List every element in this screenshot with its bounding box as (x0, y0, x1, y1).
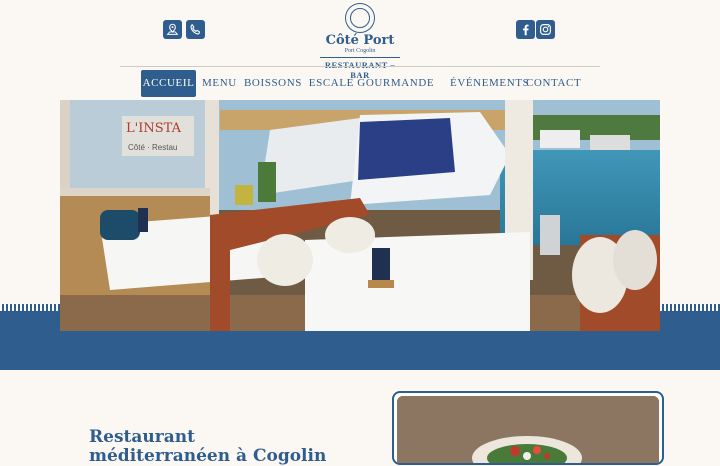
phone-icon (190, 24, 201, 35)
window-sign-text: L'INSTA (126, 121, 182, 136)
nav-item-escale-gourmande[interactable]: ESCALE GOURMANDE EN MER (305, 70, 438, 116)
phone-button[interactable] (186, 20, 205, 39)
brand-location: Port Cogolin (344, 48, 376, 54)
site-header: Côté Port Port Cogolin RESTAURANT – BAR … (0, 0, 720, 116)
nav-item-accueil[interactable]: ACCUEIL (141, 70, 196, 97)
instagram-button[interactable] (536, 20, 555, 39)
facebook-button[interactable] (516, 20, 535, 39)
rope-border-right (660, 304, 720, 311)
food-image-card (392, 391, 664, 465)
brand-logo[interactable]: Côté Port Port Cogolin RESTAURANT – BAR (320, 3, 400, 80)
food-photo (397, 396, 659, 463)
nav-item-menu[interactable]: MENU (202, 70, 236, 97)
map-location-icon (166, 23, 179, 35)
window-sign-subtext: Côté · Restau (128, 143, 177, 152)
section-title: Restaurant méditerranéen à Cogolin (89, 427, 327, 466)
main-nav: ACCUEIL MENU BOISSONS ESCALE GOURMANDE E… (0, 70, 720, 116)
food-dish-photo (397, 396, 659, 463)
instagram-icon (540, 24, 551, 35)
map-location-button[interactable] (163, 20, 182, 39)
nav-item-boissons[interactable]: BOISSONS (244, 70, 301, 97)
nav-item-contact[interactable]: CONTACT (526, 70, 581, 97)
header-divider (120, 66, 600, 67)
rope-border-left (0, 304, 60, 311)
facebook-icon (523, 24, 529, 36)
brand-name: Côté Port (325, 33, 395, 48)
restaurant-terrace-photo: L'INSTA Côté · Restau (60, 100, 660, 331)
nav-item-evenements[interactable]: ÉVÉNEMENTS (450, 70, 529, 97)
hero-image: L'INSTA Côté · Restau (60, 100, 660, 331)
logo-medallion-icon (345, 3, 375, 33)
